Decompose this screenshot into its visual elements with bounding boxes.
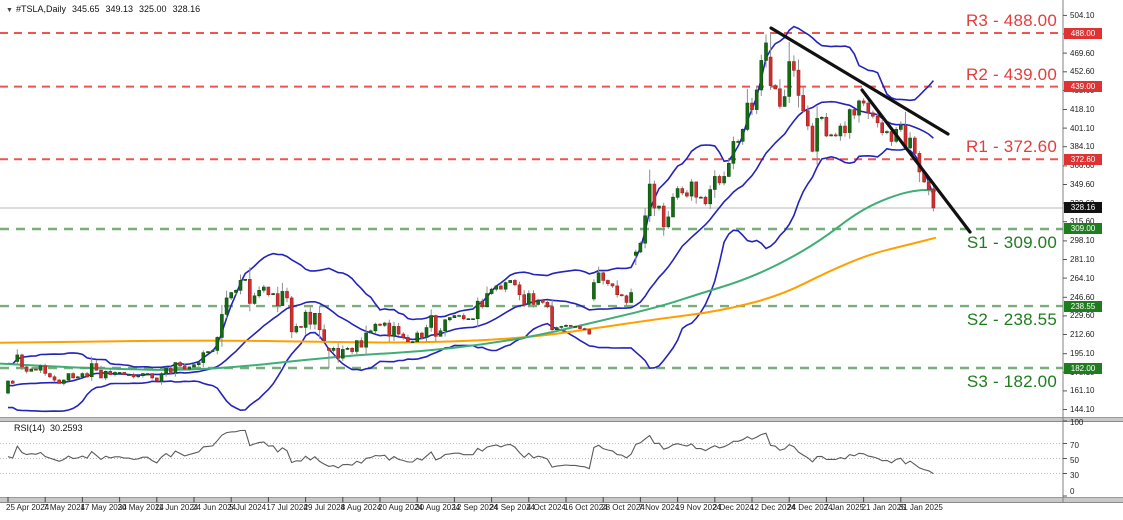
ohlc-high: 349.13 [106,4,134,14]
level-label-r2: R2 - 439.00 [966,65,1057,85]
price-tick-label: 401.10 [1070,124,1094,133]
rsi-axis-label: 30 [1070,471,1079,480]
symbol-marker-icon[interactable]: ▼ [6,7,13,14]
price-tick-label: 161.10 [1070,386,1094,395]
date-label: 8 Aug 2024 [341,503,381,512]
rsi-axis-label: 50 [1070,456,1079,465]
price-tick-label: 195.10 [1070,349,1094,358]
ohlc-close: 328.16 [173,4,201,14]
level-label-r1: R1 - 372.60 [966,137,1057,157]
price-badge-372.60: 372.60 [1064,154,1102,165]
date-label: 7 Jan 2025 [824,503,864,512]
chart-window: ▼#TSLA,Daily 345.65 349.13 325.00 328.16 RSI… [0,0,1123,520]
price-badge-309.00: 309.00 [1064,223,1102,234]
rsi-axis-label: 70 [1070,441,1079,450]
date-label: 7 May 2024 [43,503,85,512]
bollinger-upper-line [8,27,933,368]
price-tick-label: 384.10 [1070,142,1094,151]
bollinger-lower-line [8,149,933,412]
level-label-s3: S3 - 182.00 [967,372,1057,392]
date-label: 4 Oct 2024 [527,503,566,512]
rsi-axis-label: 0 [1070,487,1074,496]
price-tick-label: 281.10 [1070,255,1094,264]
price-tick-label: 298.10 [1070,236,1094,245]
trendline-2[interactable] [862,90,970,232]
price-badge-488.00: 488.00 [1064,28,1102,39]
rsi-line [8,430,933,473]
price-badge-439.00: 439.00 [1064,81,1102,92]
price-tick-label: 229.60 [1070,311,1094,320]
price-tick-label: 504.10 [1070,11,1094,20]
ma-fast-line [0,190,936,370]
rsi-name: RSI(14) [14,423,45,433]
price-badge-182.00: 182.00 [1064,363,1102,374]
ohlc-low: 325.00 [139,4,167,14]
price-tick-label: 469.60 [1070,49,1094,58]
level-label-r3: R3 - 488.00 [966,11,1057,31]
bollinger-middle-line [8,102,933,386]
date-label: 17 Jul 2024 [266,503,307,512]
price-tick-label: 452.60 [1070,67,1094,76]
date-label: 5 Jul 2024 [229,503,266,512]
price-tick-label: 144.10 [1070,405,1094,414]
level-label-s2: S2 - 238.55 [967,310,1057,330]
date-label: 31 Jan 2025 [899,503,943,512]
price-chart[interactable] [0,0,1123,520]
rsi-value: 30.2593 [50,423,83,433]
chart-header: ▼#TSLA,Daily 345.65 349.13 325.00 328.16 [6,4,200,14]
rsi-indicator-label: RSI(14) 30.2593 [14,423,83,433]
date-label: 29 Jul 2024 [304,503,345,512]
price-tick-label: 349.60 [1070,180,1094,189]
date-label: 2 Dec 2024 [713,503,754,512]
level-label-s1: S1 - 309.00 [967,233,1057,253]
ohlc-open: 345.65 [72,4,100,14]
price-tick-label: 212.60 [1070,330,1094,339]
down-candles [11,57,935,383]
price-tick-label: 264.10 [1070,274,1094,283]
date-label: 7 Nov 2024 [638,503,679,512]
rsi-axis-label: 100 [1070,418,1083,427]
symbol-title: #TSLA,Daily [16,4,66,14]
price-badge-238.55: 238.55 [1064,301,1102,312]
price-tick-label: 418.10 [1070,105,1094,114]
price-badge-328.16: 328.16 [1064,202,1102,213]
